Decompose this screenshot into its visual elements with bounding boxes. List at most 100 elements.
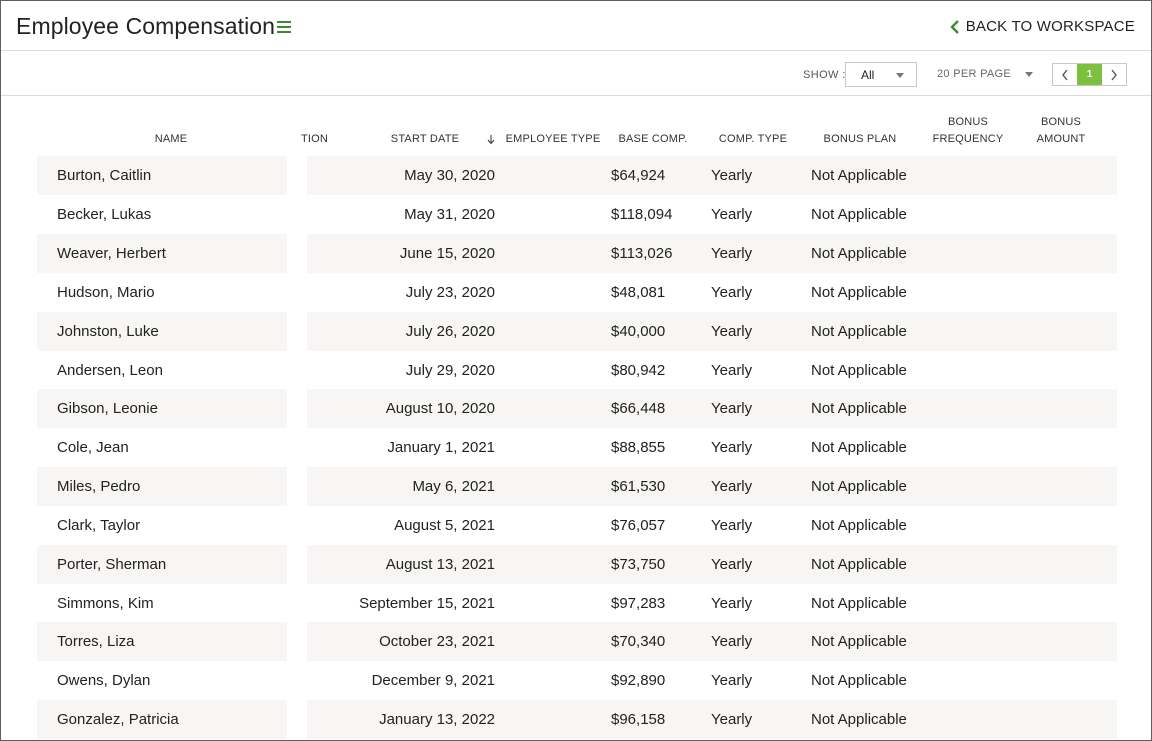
cell-name: Gibson, Leonie bbox=[57, 400, 158, 417]
cell-base-comp: $92,890 bbox=[611, 672, 666, 689]
cell-bonus-plan: Not Applicable bbox=[811, 517, 907, 534]
cell-start-date: September 15, 2021 bbox=[359, 595, 495, 612]
cell-comp-type: Yearly bbox=[711, 400, 753, 417]
per-page-select[interactable]: 20 PER PAGE bbox=[937, 62, 1037, 87]
cell-bonus-plan: Not Applicable bbox=[811, 206, 907, 223]
column-header-bonus-amount[interactable]: BONUS AMOUNT bbox=[1011, 114, 1111, 148]
cell-bonus-plan: Not Applicable bbox=[811, 323, 907, 340]
cell-start-date: May 6, 2021 bbox=[412, 478, 495, 495]
show-filter-select[interactable]: All bbox=[845, 62, 917, 87]
cell-comp-type: Yearly bbox=[711, 284, 753, 301]
show-filter-value: All bbox=[861, 68, 875, 82]
cell-start-date: August 13, 2021 bbox=[385, 556, 495, 573]
cell-name: Clark, Taylor bbox=[57, 517, 141, 534]
table-row[interactable]: Burton, Caitlin May 30, 2020 $64,924 Yea… bbox=[37, 156, 1117, 195]
table-row[interactable]: Johnston, Luke July 26, 2020 $40,000 Yea… bbox=[37, 312, 1117, 351]
next-page-button[interactable] bbox=[1102, 64, 1126, 85]
cell-name: Gonzalez, Patricia bbox=[57, 711, 179, 728]
cell-base-comp: $97,283 bbox=[611, 595, 666, 612]
table-row[interactable]: Miles, Pedro May 6, 2021 $61,530 Yearly … bbox=[37, 467, 1117, 506]
cell-base-comp: $64,924 bbox=[611, 167, 666, 184]
cell-base-comp: $40,000 bbox=[611, 323, 666, 340]
column-header-bonus-frequency-line2: FREQUENCY bbox=[932, 133, 1004, 145]
cell-bonus-plan: Not Applicable bbox=[811, 167, 907, 184]
page-number-current[interactable]: 1 bbox=[1077, 64, 1102, 85]
cell-start-date: January 1, 2021 bbox=[387, 439, 495, 456]
cell-name: Johnston, Luke bbox=[57, 323, 159, 340]
cell-comp-type: Yearly bbox=[711, 439, 753, 456]
cell-name: Porter, Sherman bbox=[57, 556, 167, 573]
cell-name: Simmons, Kim bbox=[57, 595, 154, 612]
cell-bonus-plan: Not Applicable bbox=[811, 672, 907, 689]
arrow-down-icon[interactable] bbox=[487, 134, 495, 145]
cell-bonus-plan: Not Applicable bbox=[811, 439, 907, 456]
cell-bonus-plan: Not Applicable bbox=[811, 245, 907, 262]
column-header-start-date[interactable]: START DATE bbox=[375, 131, 475, 148]
column-header-position[interactable]: TION bbox=[301, 131, 341, 148]
cell-bonus-plan: Not Applicable bbox=[811, 711, 907, 728]
back-to-workspace-label: BACK TO WORKSPACE bbox=[965, 18, 1135, 35]
table-row[interactable]: Hudson, Mario July 23, 2020 $48,081 Year… bbox=[37, 273, 1117, 312]
per-page-value: 20 PER PAGE bbox=[937, 68, 1012, 80]
cell-start-date: August 5, 2021 bbox=[394, 517, 495, 534]
column-header-base-comp[interactable]: BASE COMP. bbox=[603, 131, 703, 148]
cell-name: Becker, Lukas bbox=[57, 206, 152, 223]
table-row[interactable]: Gonzalez, Patricia January 13, 2022 $96,… bbox=[37, 700, 1117, 739]
cell-name: Weaver, Herbert bbox=[57, 245, 166, 262]
cell-start-date: October 23, 2021 bbox=[379, 633, 495, 650]
cell-comp-type: Yearly bbox=[711, 556, 753, 573]
cell-comp-type: Yearly bbox=[711, 595, 753, 612]
cell-name: Miles, Pedro bbox=[57, 478, 141, 495]
column-header-name[interactable]: NAME bbox=[121, 131, 221, 148]
chevron-right-icon bbox=[1111, 69, 1117, 80]
table-row[interactable]: Andersen, Leon July 29, 2020 $80,942 Yea… bbox=[37, 351, 1117, 390]
cell-base-comp: $70,340 bbox=[611, 633, 666, 650]
cell-comp-type: Yearly bbox=[711, 672, 753, 689]
column-header-bonus-plan[interactable]: BONUS PLAN bbox=[810, 131, 910, 148]
table-row[interactable]: Becker, Lukas May 31, 2020 $118,094 Year… bbox=[37, 195, 1117, 234]
cell-bonus-plan: Not Applicable bbox=[811, 362, 907, 379]
cell-bonus-plan: Not Applicable bbox=[811, 595, 907, 612]
caret-down-icon bbox=[896, 73, 904, 78]
column-header-employee-type[interactable]: EMPLOYEE TYPE bbox=[503, 131, 603, 148]
cell-name: Torres, Liza bbox=[57, 633, 135, 650]
cell-start-date: May 30, 2020 bbox=[404, 167, 495, 184]
column-header-comp-type[interactable]: COMP. TYPE bbox=[703, 131, 803, 148]
table-row[interactable]: Porter, Sherman August 13, 2021 $73,750 … bbox=[37, 545, 1117, 584]
cell-bonus-plan: Not Applicable bbox=[811, 478, 907, 495]
back-to-workspace-link[interactable]: BACK TO WORKSPACE bbox=[948, 18, 1135, 35]
cell-name: Owens, Dylan bbox=[57, 672, 151, 689]
table-row[interactable]: Gibson, Leonie August 10, 2020 $66,448 Y… bbox=[37, 389, 1117, 428]
cell-base-comp: $118,094 bbox=[611, 206, 673, 223]
column-header-bonus-frequency[interactable]: BONUS FREQUENCY bbox=[918, 114, 1018, 148]
table-row[interactable]: Simmons, Kim September 15, 2021 $97,283 … bbox=[37, 584, 1117, 623]
show-label: SHOW : bbox=[803, 69, 846, 81]
cell-comp-type: Yearly bbox=[711, 206, 753, 223]
cell-comp-type: Yearly bbox=[711, 362, 753, 379]
table-row[interactable]: Clark, Taylor August 5, 2021 $76,057 Yea… bbox=[37, 506, 1117, 545]
cell-start-date: July 23, 2020 bbox=[405, 284, 495, 301]
cell-base-comp: $61,530 bbox=[611, 478, 666, 495]
cell-comp-type: Yearly bbox=[711, 167, 753, 184]
cell-name: Burton, Caitlin bbox=[57, 167, 152, 184]
cell-comp-type: Yearly bbox=[711, 633, 753, 650]
table-row[interactable]: Cole, Jean January 1, 2021 $88,855 Yearl… bbox=[37, 428, 1117, 467]
cell-base-comp: $48,081 bbox=[611, 284, 666, 301]
cell-base-comp: $80,942 bbox=[611, 362, 666, 379]
table-row[interactable]: Owens, Dylan December 9, 2021 $92,890 Ye… bbox=[37, 661, 1117, 700]
cell-base-comp: $73,750 bbox=[611, 556, 666, 573]
table-row[interactable]: Torres, Liza October 23, 2021 $70,340 Ye… bbox=[37, 622, 1117, 661]
prev-page-button[interactable] bbox=[1053, 64, 1077, 85]
cell-start-date: December 9, 2021 bbox=[371, 672, 495, 689]
cell-bonus-plan: Not Applicable bbox=[811, 633, 907, 650]
table-row[interactable]: Weaver, Herbert June 15, 2020 $113,026 Y… bbox=[37, 234, 1117, 273]
hamburger-icon[interactable] bbox=[277, 21, 291, 33]
cell-bonus-plan: Not Applicable bbox=[811, 556, 907, 573]
chevron-left-icon bbox=[950, 19, 959, 34]
cell-name: Cole, Jean bbox=[57, 439, 129, 456]
pagination: 1 bbox=[1052, 63, 1127, 86]
cell-start-date: July 26, 2020 bbox=[405, 323, 495, 340]
cell-start-date: May 31, 2020 bbox=[404, 206, 495, 223]
cell-base-comp: $66,448 bbox=[611, 400, 666, 417]
app-window: Employee Compensation BACK TO WORKSPACE … bbox=[0, 0, 1152, 741]
